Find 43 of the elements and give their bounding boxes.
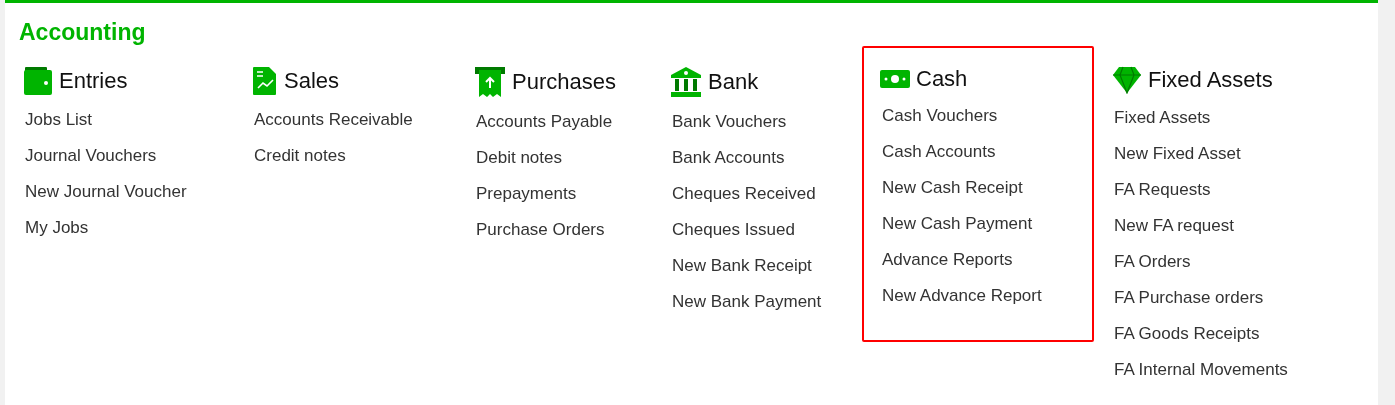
menu-link[interactable]: Advance Reports bbox=[882, 242, 1092, 278]
receipt-icon bbox=[474, 66, 506, 98]
column-heading: Fixed Assets bbox=[1148, 67, 1273, 93]
menu-link[interactable]: FA Requests bbox=[1114, 172, 1332, 208]
menu-link[interactable]: Purchase Orders bbox=[476, 212, 650, 248]
column-heading: Sales bbox=[284, 68, 340, 94]
menu-link[interactable]: New FA request bbox=[1114, 208, 1332, 244]
gem-icon bbox=[1112, 66, 1142, 94]
column-heading: Cash bbox=[916, 66, 968, 92]
menu-link[interactable]: Jobs List bbox=[25, 102, 232, 138]
menu-link[interactable]: Bank Accounts bbox=[672, 140, 860, 176]
menu-link[interactable]: Debit notes bbox=[476, 140, 650, 176]
menu-link[interactable]: Fixed Assets bbox=[1114, 100, 1332, 136]
document-chart-icon bbox=[252, 66, 278, 96]
wallet-icon bbox=[23, 66, 53, 96]
column-heading: Bank bbox=[708, 69, 759, 95]
menu-link[interactable]: FA Internal Movements bbox=[1114, 352, 1332, 388]
menu-link[interactable]: FA Purchase orders bbox=[1114, 280, 1332, 316]
menu-link[interactable]: Cheques Issued bbox=[672, 212, 860, 248]
column-heading: Purchases bbox=[512, 69, 616, 95]
menu-link[interactable]: New Bank Receipt bbox=[672, 248, 860, 284]
menu-link[interactable]: New Advance Report bbox=[882, 278, 1092, 314]
menu-link[interactable]: My Jobs bbox=[25, 210, 232, 246]
menu-link[interactable]: FA Orders bbox=[1114, 244, 1332, 280]
bank-icon bbox=[670, 66, 702, 98]
menu-link[interactable]: New Cash Receipt bbox=[882, 170, 1092, 206]
menu-link[interactable]: New Fixed Asset bbox=[1114, 136, 1332, 172]
menu-link[interactable]: Cash Vouchers bbox=[882, 98, 1092, 134]
menu-link[interactable]: Accounts Payable bbox=[476, 104, 650, 140]
menu-link[interactable]: Prepayments bbox=[476, 176, 650, 212]
menu-link[interactable]: Journal Vouchers bbox=[25, 138, 232, 174]
menu-link[interactable]: New Bank Payment bbox=[672, 284, 860, 320]
menu-link[interactable]: Cheques Received bbox=[672, 176, 860, 212]
section-title: Accounting bbox=[19, 19, 147, 46]
menu-link[interactable]: Credit notes bbox=[254, 138, 454, 174]
menu-link[interactable]: New Journal Voucher bbox=[25, 174, 232, 210]
menu-link[interactable]: Bank Vouchers bbox=[672, 104, 860, 140]
menu-link[interactable]: New Cash Payment bbox=[882, 206, 1092, 242]
menu-link[interactable]: Accounts Receivable bbox=[254, 102, 454, 138]
menu-link[interactable]: FA Goods Receipts bbox=[1114, 316, 1332, 352]
column-heading: Entries bbox=[59, 68, 128, 94]
menu-link[interactable]: Cash Accounts bbox=[882, 134, 1092, 170]
banknote-icon bbox=[880, 69, 910, 89]
